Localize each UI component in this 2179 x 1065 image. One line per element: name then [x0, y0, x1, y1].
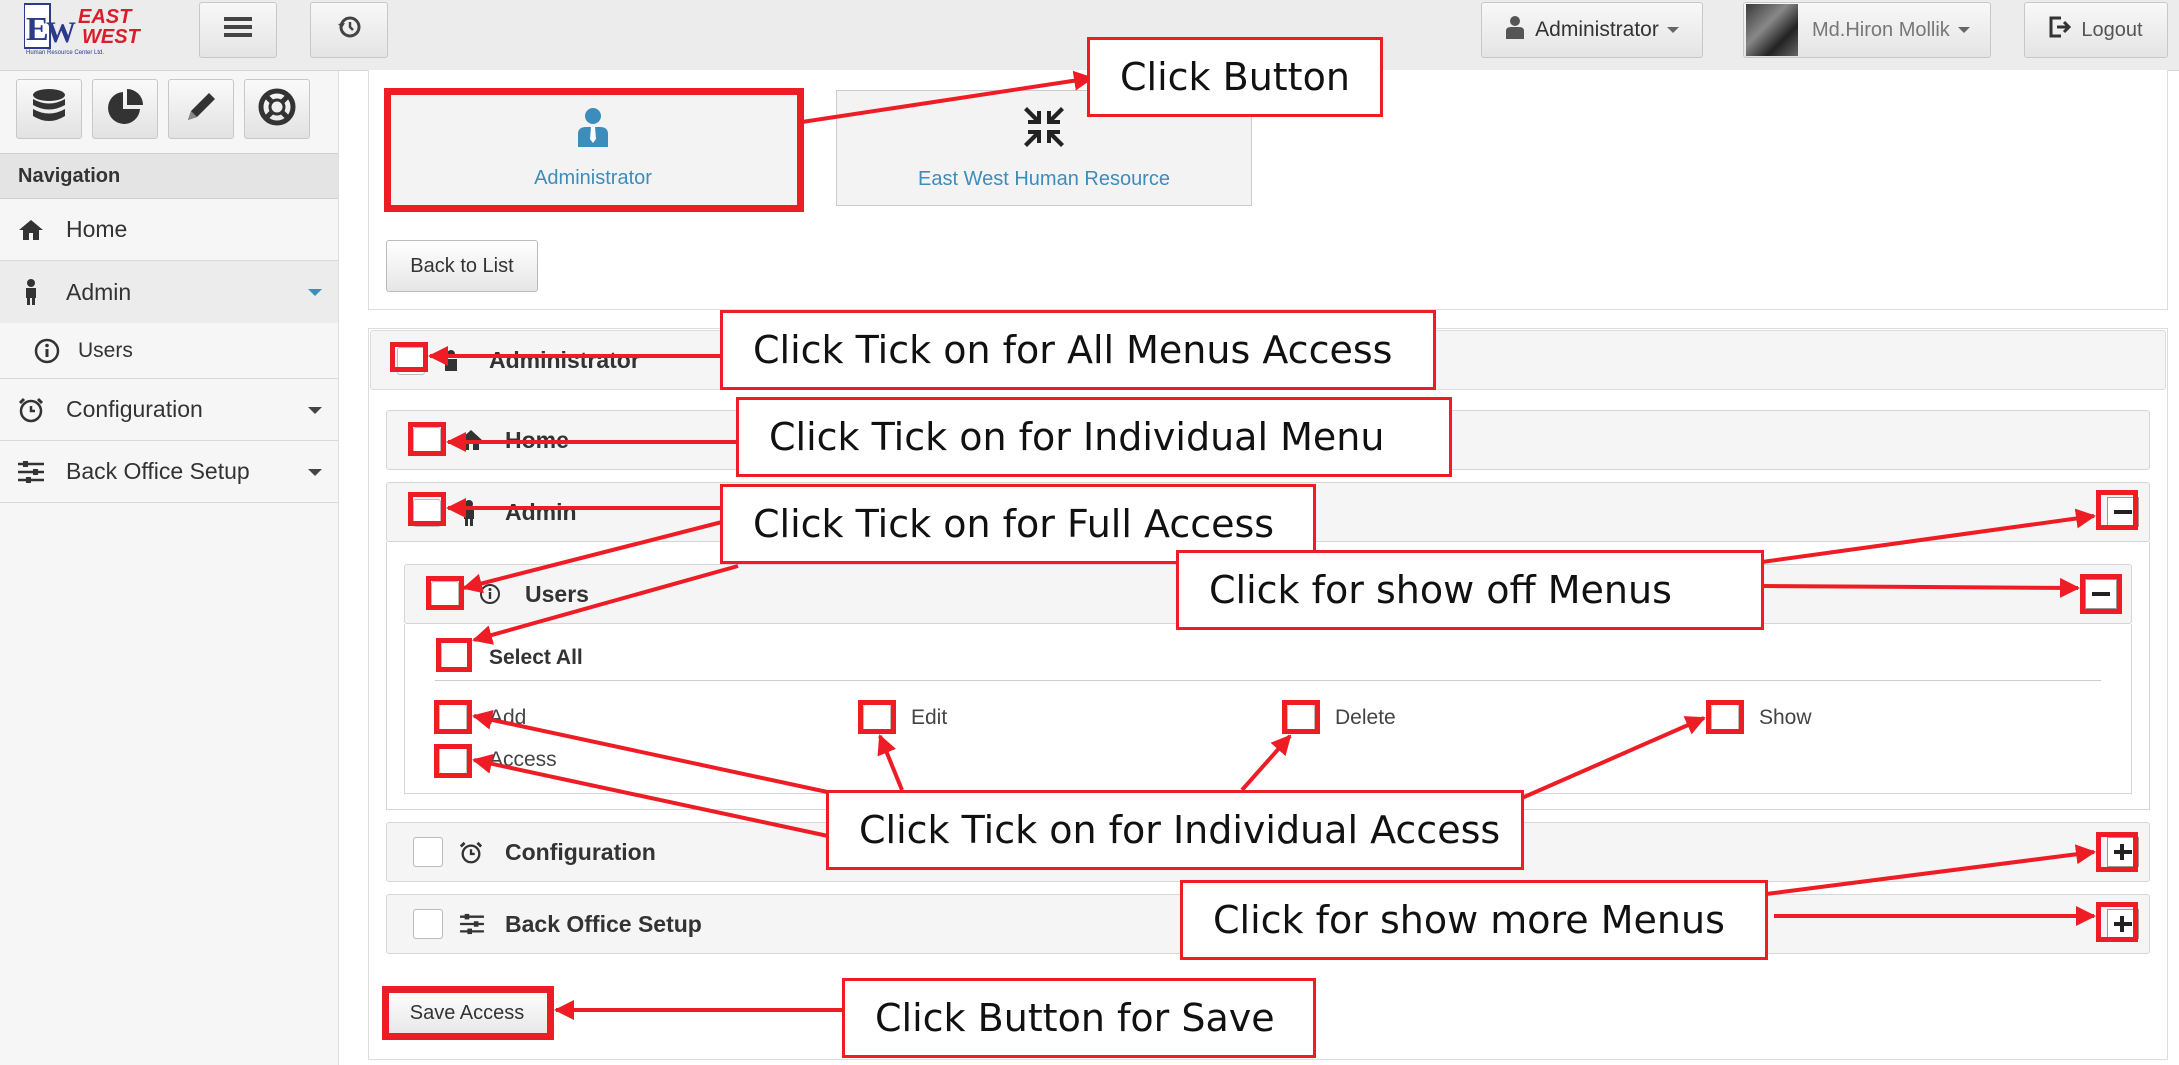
compress-icon — [1023, 106, 1065, 154]
role-dropdown[interactable]: Administrator — [1481, 2, 1703, 58]
highlight-box — [426, 576, 464, 610]
navigation-heading: Navigation — [0, 153, 338, 199]
configuration-menu-checkbox[interactable] — [413, 837, 443, 867]
module-title: Back Office Setup — [505, 910, 702, 937]
sidebar-item-admin[interactable]: Admin — [0, 261, 338, 323]
sidebar-item-configuration[interactable]: Configuration — [0, 379, 338, 441]
highlight-box — [436, 638, 472, 672]
highlight-box — [2080, 574, 2122, 614]
history-icon — [336, 14, 362, 46]
alarm-clock-icon — [459, 841, 483, 870]
callout-save: Click Button for Save — [842, 978, 1316, 1058]
user-name: Md.Hiron Mollik — [1812, 18, 1950, 41]
users-permissions-body: Select All Add Edit Delete Show Access — [404, 624, 2132, 794]
highlight-box — [408, 422, 446, 456]
chevron-down-icon — [308, 468, 322, 476]
user-icon — [443, 349, 459, 378]
delete-permission-label: Delete — [1335, 706, 1396, 729]
module-title: Admin — [505, 498, 577, 525]
edit-button[interactable] — [168, 79, 234, 139]
database-button[interactable] — [16, 79, 82, 139]
sliders-icon — [16, 460, 46, 484]
highlight-box — [408, 492, 446, 526]
add-permission-label: Add — [489, 706, 527, 729]
module-title: Home — [505, 426, 569, 453]
divider — [435, 680, 2101, 681]
chevron-down-icon — [308, 406, 322, 414]
callout-show-more-menus: Click for show more Menus — [1180, 880, 1768, 960]
info-icon — [479, 583, 501, 610]
highlight-box — [2096, 902, 2138, 942]
user-menu[interactable]: Md.Hiron Mollik — [1743, 2, 1991, 58]
chevron-down-icon — [1957, 27, 1970, 33]
highlight-box — [434, 744, 472, 778]
sidebar-item-home[interactable]: Home — [0, 199, 338, 261]
callout-all-menus: Click Tick on for All Menus Access — [720, 310, 1436, 390]
role-title: Administrator — [489, 346, 640, 373]
highlight-box — [382, 986, 554, 1040]
logout-icon — [2049, 16, 2073, 44]
sidebar-item-back-office-setup[interactable]: Back Office Setup — [0, 441, 338, 503]
company-logo[interactable]: E W EAST WEST Human Resource Center Ltd. — [23, 2, 140, 60]
sliders-icon — [459, 913, 485, 940]
highlight-box — [384, 88, 804, 212]
highlight-box — [1706, 700, 1744, 734]
highlight-box — [1282, 700, 1320, 734]
home-icon — [459, 429, 483, 456]
role-dropdown-label: Administrator — [1535, 18, 1659, 41]
access-permission-label: Access — [489, 748, 557, 771]
highlight-box — [434, 700, 472, 734]
submenu-title: Users — [525, 580, 589, 607]
logout-button[interactable]: Logout — [2024, 2, 2168, 58]
pie-chart-icon — [106, 88, 144, 131]
highlight-box — [2096, 832, 2138, 872]
menu-toggle-button[interactable] — [199, 2, 277, 58]
module-title: Configuration — [505, 838, 656, 865]
show-permission-label: Show — [1759, 706, 1812, 729]
chevron-down-icon — [1666, 27, 1679, 33]
home-icon — [16, 219, 46, 241]
highlight-box — [390, 342, 428, 372]
callout-individual-menu: Click Tick on for Individual Menu — [736, 397, 1452, 477]
select-all-label: Select All — [489, 646, 583, 669]
user-icon — [463, 500, 475, 531]
alarm-clock-icon — [16, 397, 46, 423]
user-icon — [16, 279, 46, 305]
sidebar-item-users[interactable]: Users — [0, 323, 338, 379]
pencil-icon — [182, 88, 220, 131]
svg-text:W: W — [46, 16, 76, 49]
history-button[interactable] — [310, 2, 388, 58]
callout-click-button: Click Button — [1087, 37, 1383, 117]
callout-individual-access: Click Tick on for Individual Access — [826, 790, 1524, 870]
sidebar: Navigation Home Admin Users Configuratio… — [0, 71, 339, 1065]
user-tie-icon — [1505, 15, 1525, 45]
hamburger-icon — [224, 15, 252, 45]
callout-show-off-menus: Click for show off Menus — [1176, 550, 1764, 630]
chevron-down-icon — [308, 289, 322, 296]
highlight-box — [858, 700, 896, 734]
avatar — [1746, 4, 1798, 56]
lifebuoy-icon — [258, 88, 296, 131]
highlight-box — [2096, 490, 2138, 530]
database-icon — [30, 88, 68, 131]
reports-button[interactable] — [92, 79, 158, 139]
back-office-menu-checkbox[interactable] — [413, 909, 443, 939]
edit-permission-label: Edit — [911, 706, 948, 729]
support-button[interactable] — [244, 79, 310, 139]
back-to-list-button[interactable]: Back to List — [386, 240, 538, 292]
info-icon — [32, 338, 62, 364]
